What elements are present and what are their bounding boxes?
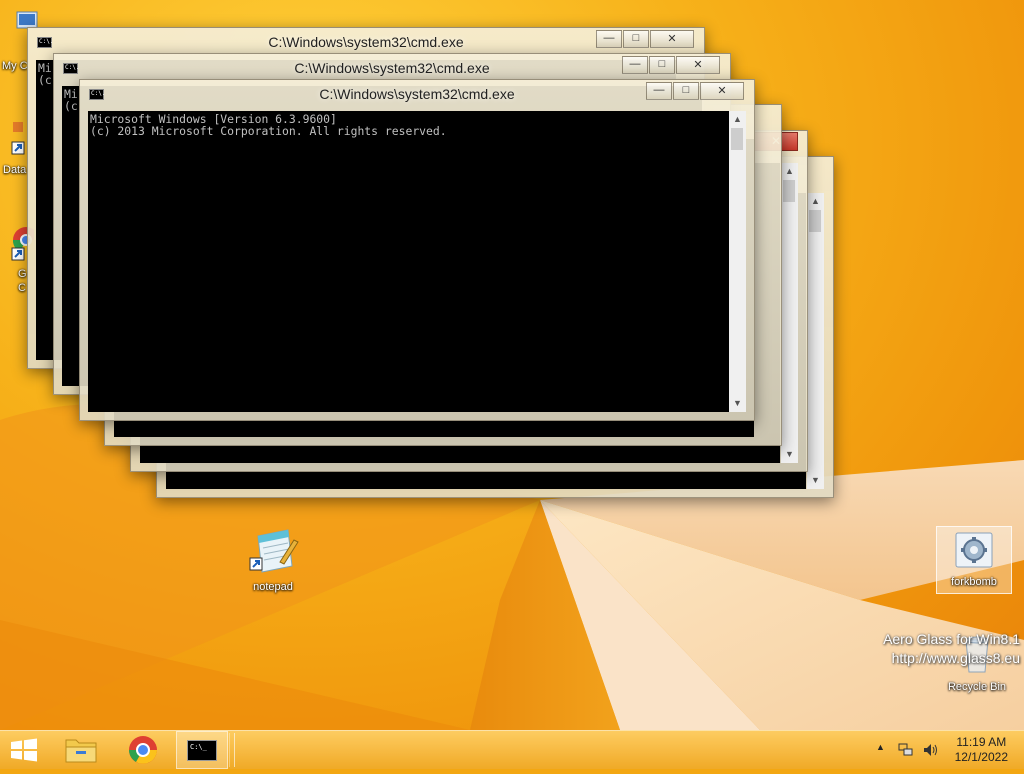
- desktop-icon-label-line2: C: [18, 282, 26, 294]
- desktop-icon-label: My C: [2, 60, 28, 72]
- chrome-icon: [129, 736, 157, 764]
- scroll-up-arrow-icon[interactable]: ▲: [807, 193, 824, 210]
- close-button[interactable]: ✕: [700, 82, 744, 100]
- cmd-icon: C:\_: [187, 740, 217, 761]
- vertical-scrollbar[interactable]: ▲ ▼: [729, 111, 746, 412]
- console-area[interactable]: Microsoft Windows [Version 6.3.9600] (c)…: [88, 111, 729, 412]
- cmd-window-active[interactable]: C:\. C:\Windows\system32\cmd.exe — □ ✕ M…: [79, 79, 755, 421]
- maximize-button[interactable]: □: [649, 56, 675, 74]
- scroll-down-arrow-icon[interactable]: ▼: [729, 395, 746, 412]
- taskbar-chrome[interactable]: [120, 731, 166, 769]
- maximize-button[interactable]: □: [673, 82, 699, 100]
- console-text: Microsoft Windows [Version 6.3.9600] (c)…: [90, 112, 447, 138]
- scroll-thumb[interactable]: [809, 210, 821, 232]
- scroll-thumb[interactable]: [731, 128, 743, 150]
- scroll-up-arrow-icon[interactable]: ▲: [729, 111, 746, 128]
- close-button[interactable]: ✕: [650, 30, 694, 48]
- minimize-button[interactable]: —: [646, 82, 672, 100]
- minimize-button[interactable]: —: [622, 56, 648, 74]
- maximize-button[interactable]: □: [623, 30, 649, 48]
- clock-date: 12/1/2022: [954, 750, 1008, 764]
- title-bar[interactable]: C:\. C:\Windows\system32\cmd.exe — □ ✕: [28, 28, 704, 54]
- windows-logo-icon: [11, 738, 37, 762]
- scroll-thumb[interactable]: [783, 180, 795, 202]
- scroll-down-arrow-icon[interactable]: ▼: [807, 472, 824, 489]
- desktop-icon-forkbomb[interactable]: forkbomb: [936, 526, 1012, 594]
- desktop-icon-label: Recycle Bin: [947, 681, 1007, 693]
- desktop-icon-notepad[interactable]: notepad: [240, 528, 306, 593]
- gear-icon: [955, 532, 993, 568]
- notepad-icon: [249, 529, 299, 573]
- cmd-icon-text: C:\_: [190, 743, 207, 751]
- vertical-scrollbar[interactable]: ▲ ▼: [807, 193, 824, 489]
- desktop-icon-label: Data: [3, 164, 27, 176]
- taskbar-stack-edge: [229, 733, 235, 767]
- scroll-down-arrow-icon[interactable]: ▼: [781, 446, 798, 463]
- watermark-line-1: Aero Glass for Win8.1: [883, 631, 1020, 647]
- system-tray: ▲: [870, 731, 950, 769]
- vertical-scrollbar[interactable]: ▲ ▼: [781, 163, 798, 463]
- desktop-icon-label: forkbomb: [951, 576, 997, 588]
- volume-icon[interactable]: [922, 742, 940, 758]
- file-explorer-icon: [65, 739, 97, 763]
- minimize-button[interactable]: —: [596, 30, 622, 48]
- network-icon[interactable]: [898, 742, 914, 758]
- desktop-icon-label: notepad: [253, 581, 293, 593]
- close-button[interactable]: ✕: [676, 56, 720, 74]
- desktop-icon-label: G: [18, 268, 27, 280]
- clock-time: 11:19 AM: [956, 735, 1007, 749]
- aero-glass-watermark: Aero Glass for Win8.1 http://www.glass8.…: [883, 630, 1020, 668]
- scroll-up-arrow-icon[interactable]: ▲: [781, 163, 798, 180]
- title-bar[interactable]: C:\. C:\Windows\system32\cmd.exe — □ ✕: [54, 54, 730, 80]
- watermark-line-2: http://www.glass8.eu: [891, 650, 1020, 666]
- taskbar: C:\_ ▲ 11:19 AM 12/1/2022: [0, 730, 1024, 769]
- start-button[interactable]: [0, 731, 48, 769]
- clock[interactable]: 11:19 AM 12/1/2022: [955, 735, 1008, 765]
- title-bar[interactable]: C:\. C:\Windows\system32\cmd.exe — □ ✕: [80, 80, 754, 106]
- show-hidden-icons-icon[interactable]: ▲: [876, 742, 885, 752]
- taskbar-file-explorer[interactable]: [58, 731, 104, 769]
- taskbar-cmd[interactable]: C:\_: [176, 731, 228, 769]
